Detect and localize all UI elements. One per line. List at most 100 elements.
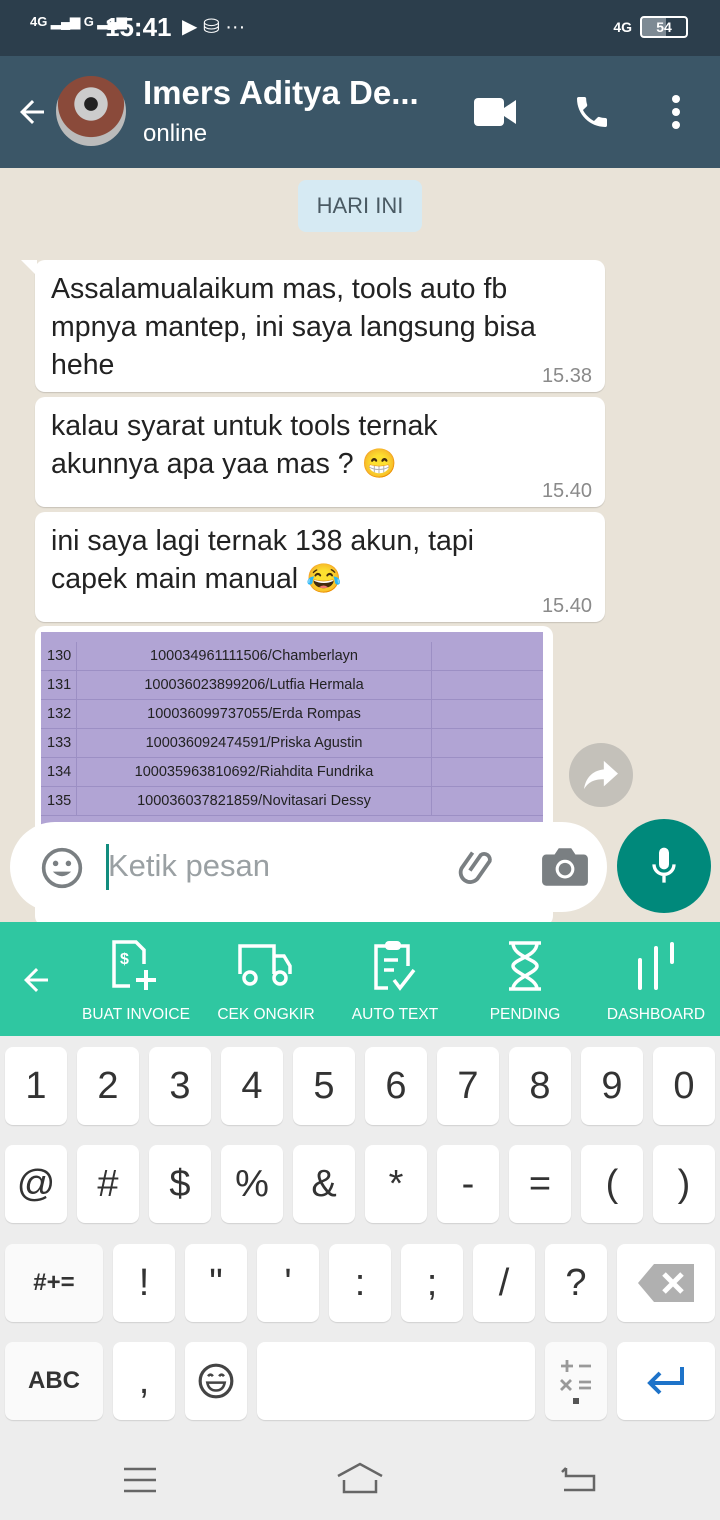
status-bar: 4G ▂▄▆ G ▂▄▆ 15:41 ▶ ⛁ ··· 4G 54 <box>0 0 720 56</box>
key-symbol[interactable]: @ <box>5 1145 67 1223</box>
key-symbol[interactable]: ' <box>257 1244 319 1322</box>
emoji-icon[interactable] <box>40 846 84 890</box>
key-3[interactable]: 3 <box>149 1047 211 1125</box>
chat-area[interactable]: HARI INI Assalamualaikum mas, tools auto… <box>0 168 720 922</box>
key-symbol[interactable]: ! <box>113 1244 175 1322</box>
backspace-key[interactable] <box>617 1244 715 1322</box>
key-symbol[interactable]: # <box>77 1145 139 1223</box>
key-symbol[interactable]: % <box>221 1145 283 1223</box>
back-arrow-icon[interactable] <box>18 962 54 998</box>
message-text: ini saya lagi ternak 138 akun, tapi cape… <box>51 525 475 595</box>
key-symbol[interactable]: ? <box>545 1244 607 1322</box>
phone-call-icon[interactable] <box>572 92 612 132</box>
message-bubble[interactable]: kalau syarat untuk tools ternak akunnya … <box>35 397 605 507</box>
attach-icon[interactable] <box>456 844 502 890</box>
avatar[interactable] <box>56 76 126 146</box>
row-number: 132 <box>41 700 77 728</box>
network-indicator: 4G <box>613 19 632 35</box>
invoice-add-icon: $ <box>112 940 156 990</box>
row-number: 133 <box>41 729 77 757</box>
spreadsheet-image: 130 100034961111506/Chamberlayn 131 100036… <box>41 632 543 832</box>
back-arrow-icon[interactable] <box>14 94 50 130</box>
row-number: 134 <box>41 758 77 786</box>
message-text: kalau syarat untuk tools ternak akunnya … <box>51 410 438 480</box>
more-options-icon[interactable] <box>668 94 684 130</box>
enter-key[interactable] <box>617 1342 715 1420</box>
tool-label: PENDING <box>489 1006 561 1023</box>
key-symbol[interactable]: & <box>293 1145 355 1223</box>
tool-label: BUAT INVOICE <box>82 1006 190 1023</box>
math-symbols-icon <box>560 1360 591 1404</box>
key-0[interactable]: 0 <box>653 1047 715 1125</box>
voice-record-button[interactable] <box>617 819 711 913</box>
emoji-key[interactable] <box>185 1342 247 1420</box>
menu-icon[interactable] <box>122 1466 158 1494</box>
video-call-icon[interactable] <box>474 96 518 128</box>
key-symbol[interactable]: / <box>473 1244 535 1322</box>
key-symbols[interactable]: #+= <box>5 1244 103 1322</box>
home-icon[interactable] <box>336 1462 384 1494</box>
key-comma[interactable]: , <box>113 1342 175 1420</box>
message-text: Assalamualaikum mas, tools auto fb mpnya… <box>51 273 536 381</box>
key-5[interactable]: 5 <box>293 1047 355 1125</box>
emoji-icon <box>198 1363 234 1399</box>
forward-button[interactable] <box>569 743 633 807</box>
navigation-bar <box>0 1440 720 1520</box>
key-symbol[interactable]: = <box>509 1145 571 1223</box>
notification-icons: ▶ ⛁ ··· <box>182 16 246 38</box>
key-symbol[interactable]: ( <box>581 1145 643 1223</box>
date-chip: HARI INI <box>298 180 422 232</box>
auto-text-button[interactable]: AUTO TEXT <box>335 922 455 1036</box>
message-placeholder: Ketik pesan <box>108 848 270 883</box>
back-icon[interactable] <box>560 1464 598 1494</box>
key-6[interactable]: 6 <box>365 1047 427 1125</box>
bar-chart-icon <box>638 942 674 990</box>
table-row: 131 100036023899206/Lutfia Hermala <box>41 671 543 700</box>
key-symbol[interactable]: ) <box>653 1145 715 1223</box>
table-row: 132 100036099737055/Erda Rompas <box>41 700 543 729</box>
math-key[interactable] <box>545 1342 607 1420</box>
row-value: 100035963810692/Riahdita Fundrika <box>77 758 432 786</box>
backspace-icon <box>638 1264 694 1302</box>
table-row: 130 100034961111506/Chamberlayn <box>41 642 543 671</box>
buat-invoice-button[interactable]: $ BUAT INVOICE <box>72 922 200 1036</box>
hourglass-icon <box>509 941 541 991</box>
row-value: 100036099737055/Erda Rompas <box>77 700 432 728</box>
pending-button[interactable]: PENDING <box>465 922 585 1036</box>
key-symbol[interactable]: - <box>437 1145 499 1223</box>
cek-ongkir-button[interactable]: CEK ONGKIR <box>206 922 326 1036</box>
tool-label: DASHBOARD <box>606 1006 706 1023</box>
key-symbol[interactable]: * <box>365 1145 427 1223</box>
row-value: 100036092474591/Priska Agustin <box>77 729 432 757</box>
contact-name[interactable]: Imers Aditya De... <box>143 74 419 112</box>
message-bubble[interactable]: ini saya lagi ternak 138 akun, tapi cape… <box>35 512 605 622</box>
key-symbol[interactable]: $ <box>149 1145 211 1223</box>
key-symbol[interactable]: : <box>329 1244 391 1322</box>
table-row: 133 100036092474591/Priska Agustin <box>41 729 543 758</box>
dashboard-button[interactable]: DASHBOARD <box>596 922 716 1036</box>
row-value: 100036037821859/Novitasari Dessy <box>77 787 432 815</box>
row-number: 130 <box>41 642 77 670</box>
key-symbol[interactable]: " <box>185 1244 247 1322</box>
row-value: 100036023899206/Lutfia Hermala <box>77 671 432 699</box>
tool-label: AUTO TEXT <box>351 1006 439 1023</box>
message-input[interactable]: Ketik pesan <box>10 822 607 912</box>
space-key[interactable] <box>257 1342 535 1420</box>
microphone-icon <box>652 847 676 883</box>
key-9[interactable]: 9 <box>581 1047 643 1125</box>
message-time: 15.38 <box>541 365 592 387</box>
clock: 15:41 <box>105 12 172 42</box>
key-abc[interactable]: ABC <box>5 1342 103 1420</box>
key-4[interactable]: 4 <box>221 1047 283 1125</box>
key-7[interactable]: 7 <box>437 1047 499 1125</box>
key-2[interactable]: 2 <box>77 1047 139 1125</box>
key-symbol[interactable]: ; <box>401 1244 463 1322</box>
chat-header: Imers Aditya De... online <box>0 56 720 168</box>
key-1[interactable]: 1 <box>5 1047 67 1125</box>
message-time: 15.40 <box>541 480 592 502</box>
forward-icon <box>584 760 618 790</box>
key-8[interactable]: 8 <box>509 1047 571 1125</box>
message-bubble[interactable]: Assalamualaikum mas, tools auto fb mpnya… <box>21 260 605 392</box>
camera-icon[interactable] <box>540 846 590 888</box>
table-row: 134 100035963810692/Riahdita Fundrika <box>41 758 543 787</box>
